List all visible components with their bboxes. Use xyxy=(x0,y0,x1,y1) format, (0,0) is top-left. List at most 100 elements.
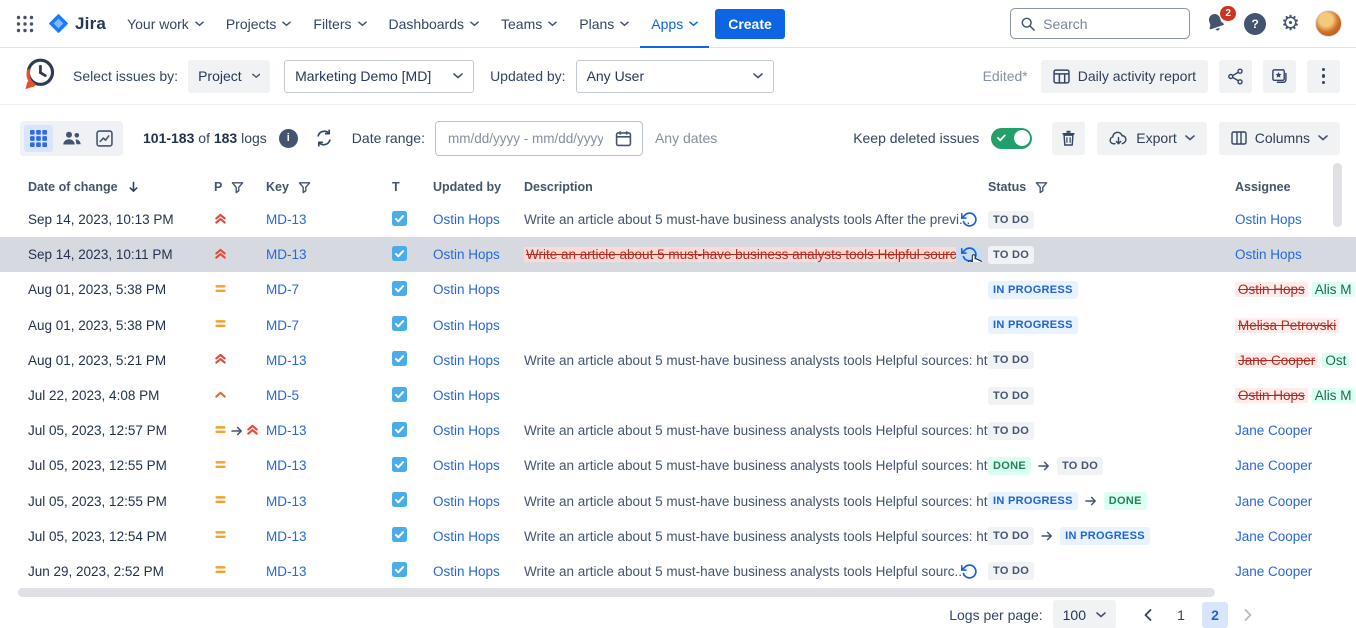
share-button[interactable] xyxy=(1219,60,1252,93)
issue-key-link[interactable]: MD-13 xyxy=(266,458,307,473)
table-row[interactable]: Aug 01, 2023, 5:38 PM MD-7 Ostin Hops IN… xyxy=(0,308,1356,343)
table-view-tab[interactable] xyxy=(24,125,53,152)
nav-item-dashboards[interactable]: Dashboards xyxy=(378,0,491,48)
change-date: Jun 29, 2023, 2:52 PM xyxy=(28,564,214,579)
info-icon[interactable]: i xyxy=(279,129,298,148)
create-button[interactable]: Create xyxy=(715,9,785,39)
slides-export-button[interactable] xyxy=(1263,60,1296,93)
nav-item-projects[interactable]: Projects xyxy=(215,0,303,48)
chart-view-tab[interactable] xyxy=(90,125,119,152)
assignee-link[interactable]: Jane Cooper xyxy=(1235,423,1312,438)
per-page-select[interactable]: 100 xyxy=(1053,600,1116,628)
updated-by-link[interactable]: Ostin Hops xyxy=(433,247,500,262)
table-row[interactable]: Aug 01, 2023, 5:38 PM MD-7 Ostin Hops IN… xyxy=(0,272,1356,307)
previous-page-button[interactable] xyxy=(1136,603,1160,627)
date-range-input-wrap[interactable] xyxy=(435,121,643,156)
table-row[interactable]: Jul 22, 2023, 4:08 PM MD-5 Ostin Hops TO… xyxy=(0,378,1356,413)
updated-by-cell: Ostin Hops xyxy=(433,318,524,333)
refresh-icon[interactable] xyxy=(314,128,334,148)
page-button-2[interactable]: 2 xyxy=(1202,602,1228,628)
updated-by-link[interactable]: Ostin Hops xyxy=(433,388,500,403)
updated-by-link[interactable]: Ostin Hops xyxy=(433,494,500,509)
updated-by-link[interactable]: Ostin Hops xyxy=(433,564,500,579)
column-header-updated-by[interactable]: Updated by xyxy=(433,180,524,194)
select-by-dropdown[interactable]: Project xyxy=(188,60,270,93)
filter-icon[interactable] xyxy=(231,181,244,194)
issue-key-link[interactable]: MD-13 xyxy=(266,564,307,579)
search-input[interactable] xyxy=(1043,16,1163,32)
issue-key-link[interactable]: MD-7 xyxy=(266,318,299,333)
vertical-scrollbar[interactable] xyxy=(1333,163,1342,227)
issue-key-link[interactable]: MD-7 xyxy=(266,282,299,297)
nav-item-teams[interactable]: Teams xyxy=(490,0,568,48)
issue-key-link[interactable]: MD-13 xyxy=(266,353,307,368)
nav-item-filters[interactable]: Filters xyxy=(302,0,377,48)
restore-icon[interactable] xyxy=(956,212,982,227)
keep-deleted-toggle[interactable] xyxy=(991,128,1032,149)
user-avatar[interactable] xyxy=(1315,10,1342,37)
assignee-link[interactable]: Jane Cooper xyxy=(1235,529,1312,544)
settings-gear-icon[interactable]: ⚙ xyxy=(1281,13,1300,34)
column-header-key[interactable]: Key xyxy=(266,180,392,194)
assignee-link[interactable]: Ostin Hops xyxy=(1235,247,1302,262)
notifications-bell-icon[interactable]: 2 xyxy=(1205,12,1229,36)
project-dropdown[interactable]: Marketing Demo [MD] xyxy=(284,60,474,93)
filter-icon[interactable] xyxy=(298,181,311,194)
column-header-type[interactable]: T xyxy=(392,180,433,194)
horizontal-scrollbar[interactable] xyxy=(18,588,1215,597)
updated-by-link[interactable]: Ostin Hops xyxy=(433,458,500,473)
assignee-link[interactable]: Ostin Hops xyxy=(1235,212,1302,227)
date-range-input[interactable] xyxy=(448,131,603,146)
restore-icon[interactable] xyxy=(956,564,982,579)
jira-logo[interactable]: Jira xyxy=(44,13,116,34)
updated-by-link[interactable]: Ostin Hops xyxy=(433,318,500,333)
nav-item-your-work[interactable]: Your work xyxy=(116,0,215,48)
nav-item-plans[interactable]: Plans xyxy=(568,0,640,48)
table-row[interactable]: Aug 01, 2023, 5:21 PM MD-13 Ostin Hops W… xyxy=(0,343,1356,378)
users-view-tab[interactable] xyxy=(57,125,86,152)
column-header-description[interactable]: Description xyxy=(524,180,988,194)
issue-key-link[interactable]: MD-5 xyxy=(266,388,299,403)
export-button[interactable]: Export xyxy=(1097,122,1206,155)
issue-type-cell xyxy=(392,387,433,405)
assignee-link[interactable]: Jane Cooper xyxy=(1235,564,1312,579)
columns-button[interactable]: Columns xyxy=(1219,122,1340,155)
global-search[interactable] xyxy=(1010,8,1190,39)
updated-by-link[interactable]: Ostin Hops xyxy=(433,353,500,368)
column-header-status[interactable]: Status xyxy=(988,180,1235,194)
page-button-1[interactable]: 1 xyxy=(1168,602,1194,628)
calendar-icon[interactable] xyxy=(615,130,632,147)
issue-key-link[interactable]: MD-13 xyxy=(266,423,307,438)
updated-by-link[interactable]: Ostin Hops xyxy=(433,282,500,297)
app-switcher-icon[interactable] xyxy=(12,11,38,37)
column-header-priority[interactable]: P xyxy=(214,180,266,194)
nav-item-apps[interactable]: Apps xyxy=(640,0,709,48)
table-row[interactable]: Jun 29, 2023, 2:52 PM MD-13 Ostin Hops W… xyxy=(0,554,1356,589)
table-row[interactable]: Jul 05, 2023, 12:54 PM MD-13 Ostin Hops … xyxy=(0,519,1356,554)
daily-activity-report-button[interactable]: Daily activity report xyxy=(1041,60,1208,93)
more-options-button[interactable] xyxy=(1307,60,1340,93)
next-page-button[interactable] xyxy=(1236,603,1260,627)
table-row[interactable]: Jul 05, 2023, 12:55 PM MD-13 Ostin Hops … xyxy=(0,484,1356,519)
filter-icon[interactable] xyxy=(1035,181,1048,194)
table-row[interactable]: Jul 05, 2023, 12:57 PM MD-13 Ostin Hops … xyxy=(0,413,1356,448)
delete-logs-button[interactable] xyxy=(1052,122,1085,155)
jira-logo-text: Jira xyxy=(75,14,106,34)
assignee-link[interactable]: Jane Cooper xyxy=(1235,494,1312,509)
restore-icon[interactable] xyxy=(956,247,982,262)
issue-key-link[interactable]: MD-13 xyxy=(266,247,307,262)
updated-by-link[interactable]: Ostin Hops xyxy=(433,423,500,438)
issue-key-link[interactable]: MD-13 xyxy=(266,529,307,544)
assignee-link[interactable]: Jane Cooper xyxy=(1235,458,1312,473)
sort-descending-icon[interactable] xyxy=(127,180,140,194)
column-header-date[interactable]: Date of change xyxy=(28,180,214,194)
table-row[interactable]: Sep 14, 2023, 10:11 PM MD-13 Ostin Hops … xyxy=(0,237,1356,272)
updated-by-link[interactable]: Ostin Hops xyxy=(433,529,500,544)
updated-by-dropdown[interactable]: Any User xyxy=(576,60,774,93)
table-row[interactable]: Jul 05, 2023, 12:55 PM MD-13 Ostin Hops … xyxy=(0,448,1356,483)
updated-by-link[interactable]: Ostin Hops xyxy=(433,212,500,227)
help-icon[interactable]: ? xyxy=(1244,13,1266,35)
issue-key-link[interactable]: MD-13 xyxy=(266,212,307,227)
table-row[interactable]: Sep 14, 2023, 10:13 PM MD-13 Ostin Hops … xyxy=(0,202,1356,237)
issue-key-link[interactable]: MD-13 xyxy=(266,494,307,509)
